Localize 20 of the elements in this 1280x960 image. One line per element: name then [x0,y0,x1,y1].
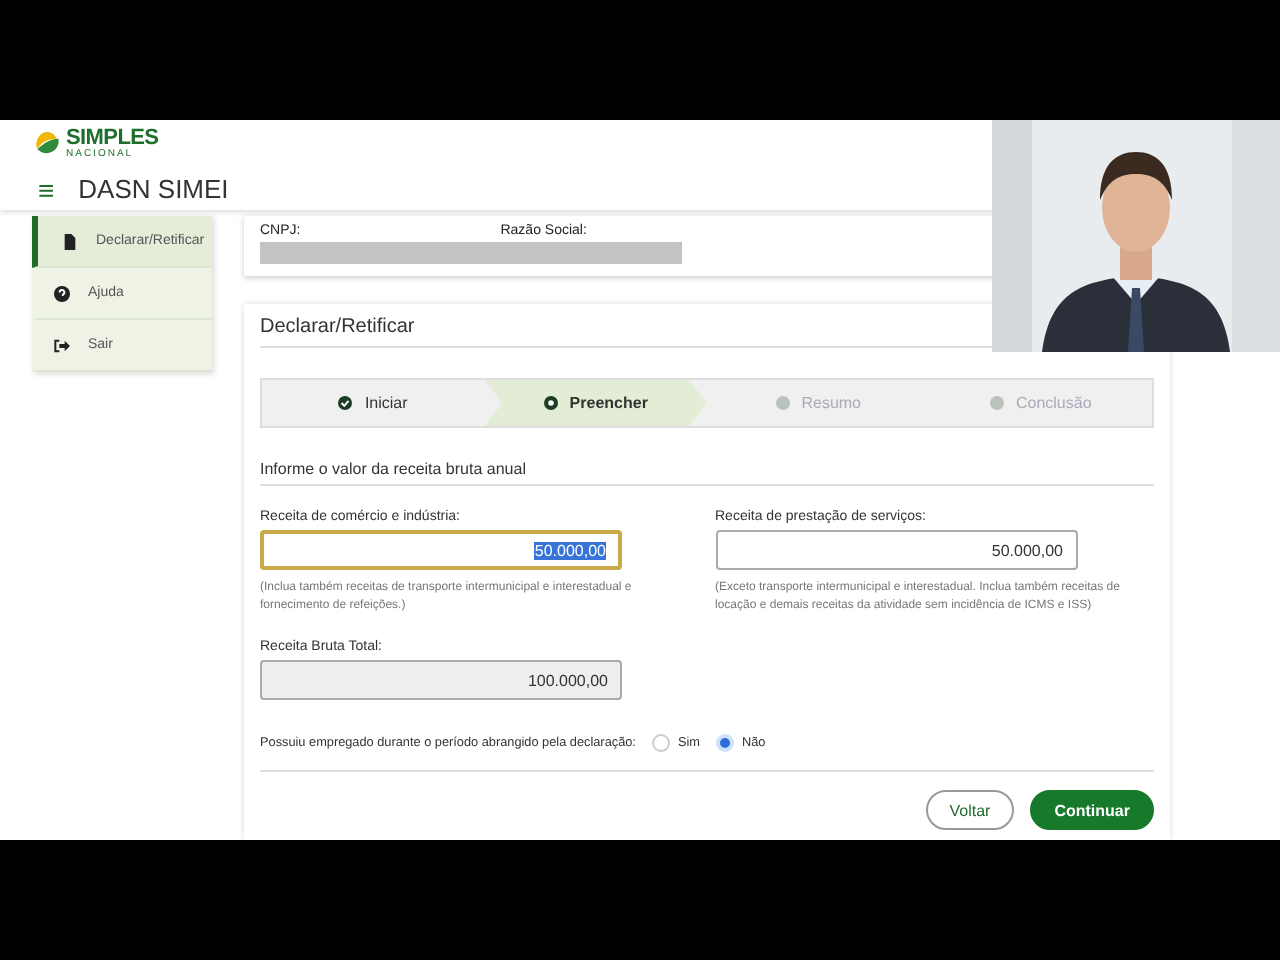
logo-name: SIMPLES [66,127,159,149]
logo-icon [34,129,62,157]
back-button[interactable]: Voltar [925,790,1015,830]
menu-button[interactable]: ≡ [34,175,59,203]
help-icon [54,285,70,301]
dot-icon [989,396,1004,410]
input-field[interactable]: 50.000,00 [715,530,1077,570]
step-tab[interactable]: Iniciar [262,380,485,426]
step-tab[interactable]: Preencher [484,380,707,426]
input-field[interactable]: 50.000,00 [260,530,622,570]
app-title: DASN SIMEI [78,174,229,204]
radio-button[interactable] [651,734,670,752]
radio-button[interactable] [715,734,734,752]
check-circle-icon [338,396,353,410]
section-title: Informe o valor da receita bruta anual [260,460,1154,486]
continue-button[interactable]: Continuar [1030,790,1154,830]
exit-icon [54,337,70,353]
dot-icon [775,396,790,410]
ring-dot-icon [543,396,558,410]
document-icon [62,233,78,249]
